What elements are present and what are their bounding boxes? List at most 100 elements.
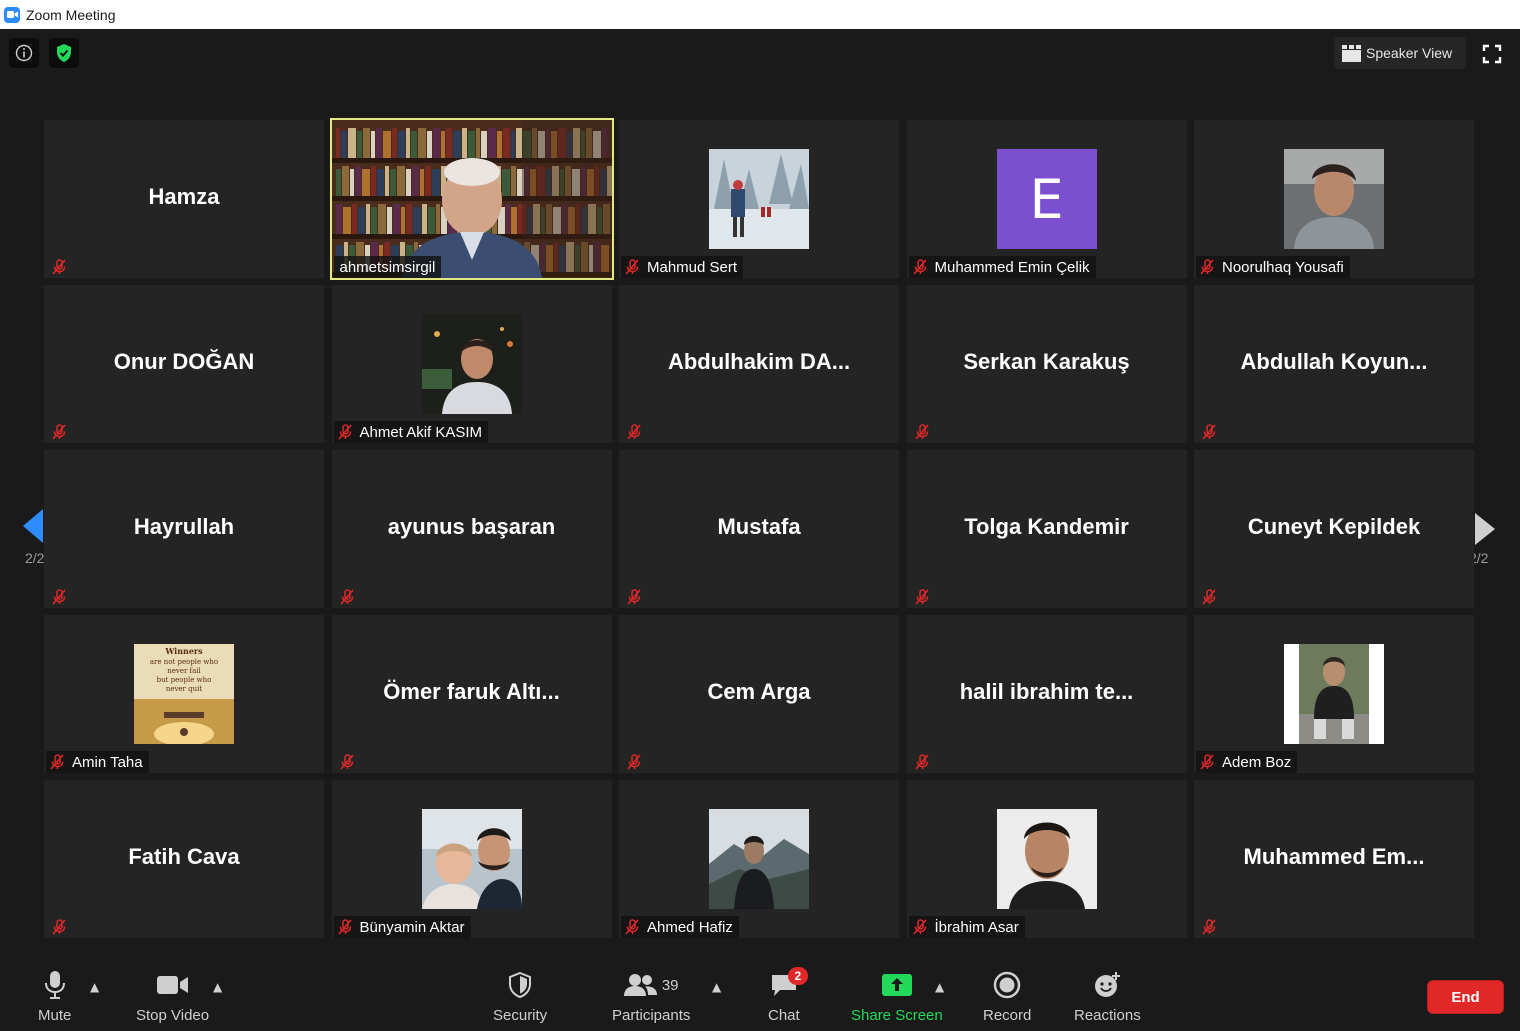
participants-button[interactable]: 39 Participants <box>612 966 690 1024</box>
participant-tile[interactable]: Tolga Kandemir <box>906 450 1187 608</box>
participants-options-caret[interactable]: ▲ <box>712 980 721 994</box>
participant-display-name: Abdullah Koyun... <box>1240 349 1428 374</box>
participant-tile[interactable]: Fatih Cava <box>44 780 324 938</box>
mute-label: Mute <box>38 1007 72 1024</box>
chat-label: Chat <box>768 1007 800 1024</box>
video-options-caret[interactable]: ▲ <box>213 980 222 994</box>
svg-text:Winners: Winners <box>164 646 203 656</box>
participant-tile[interactable]: Serkan Karakuş <box>906 285 1187 443</box>
mic-muted-icon <box>1202 919 1216 935</box>
muted-indicator <box>50 918 68 936</box>
muted-indicator <box>1200 918 1218 936</box>
reactions-label: Reactions <box>1074 1007 1141 1024</box>
speaker-view-button[interactable]: Speaker View <box>1334 37 1466 69</box>
record-button[interactable]: Record <box>983 966 1031 1024</box>
gallery-grid: Hamza ahmetsimsirgil Mahmud Sert E Muhammed … <box>44 118 1474 938</box>
participant-tile[interactable]: Bünyamin Aktar <box>331 780 612 938</box>
participant-display-name: Cuneyt Kepildek <box>1247 514 1421 539</box>
participant-tile[interactable]: Ömer faruk Altı... <box>331 615 612 773</box>
arrow-left-icon <box>23 509 43 543</box>
svg-text:never quit: never quit <box>166 685 203 693</box>
participant-name: Noorulhaq Yousafi <box>1222 258 1344 276</box>
participant-profile-photo <box>1284 644 1384 744</box>
mic-muted-icon <box>627 424 641 440</box>
mic-muted-icon <box>337 424 352 440</box>
participant-tile[interactable]: Winners are not people who never fail but p… <box>44 615 324 773</box>
participant-tile[interactable]: halil ibrahim te... <box>906 615 1187 773</box>
participant-tile[interactable]: Hayrullah <box>44 450 324 608</box>
arrow-right-icon <box>1475 513 1495 545</box>
mic-muted-icon <box>337 919 352 935</box>
participant-name: Bünyamin Aktar <box>359 918 465 936</box>
page-indicator-left: 2/2 <box>25 550 45 566</box>
stop-video-button[interactable]: Stop Video <box>136 966 209 1024</box>
svg-text:are not people who: are not people who <box>150 658 218 666</box>
participant-tile[interactable]: Ahmet Akif KASIM <box>331 285 612 443</box>
participant-tile[interactable]: Noorulhaq Yousafi <box>1194 120 1474 278</box>
mic-muted-icon <box>912 919 927 935</box>
participant-tile[interactable]: Cem Arga <box>619 615 899 773</box>
participant-tile[interactable]: İbrahim Asar <box>906 780 1187 938</box>
mic-muted-icon <box>912 259 927 275</box>
participant-name: Mahmud Sert <box>647 258 738 276</box>
muted-indicator <box>913 423 931 441</box>
zoom-logo-icon <box>4 6 20 23</box>
title-bar: Zoom Meeting <box>0 0 1520 29</box>
participant-tile[interactable]: Ahmed Hafiz <box>619 780 899 938</box>
muted-indicator <box>625 753 643 771</box>
participant-tile[interactable]: Adem Boz <box>1194 615 1474 773</box>
participant-name: Ahmet Akif KASIM <box>359 423 483 441</box>
participant-tile[interactable]: Mustafa <box>619 450 899 608</box>
participant-name-label: Ahmed Hafiz <box>621 916 739 938</box>
participant-display-name: Muhammed Em... <box>1243 844 1425 869</box>
chat-button[interactable]: 2 Chat <box>768 966 808 1024</box>
muted-indicator <box>912 919 927 935</box>
participant-display-name: Ömer faruk Altı... <box>383 679 560 704</box>
participants-icon <box>623 974 657 996</box>
participants-count: 39 <box>661 976 679 994</box>
participant-display-name: Fatih Cava <box>128 844 240 869</box>
encryption-shield-button[interactable] <box>49 38 79 68</box>
share-screen-button[interactable]: Share Screen <box>851 966 943 1024</box>
participant-profile-photo <box>421 314 522 414</box>
muted-indicator <box>338 588 356 606</box>
participant-tile[interactable]: Muhammed Em... <box>1194 780 1474 938</box>
mic-muted-icon <box>1200 259 1214 275</box>
mute-button[interactable]: Mute <box>38 966 71 1024</box>
share-options-caret[interactable]: ▲ <box>935 980 944 994</box>
participant-tile[interactable]: E Muhammed Emin Çelik <box>906 120 1187 278</box>
fullscreen-button[interactable] <box>1478 40 1506 68</box>
muted-indicator <box>625 259 639 275</box>
participant-name-label: Muhammed Emin Çelik <box>908 256 1096 278</box>
participant-tile[interactable]: Hamza <box>44 120 324 278</box>
participant-tile[interactable]: ayunus başaran <box>331 450 612 608</box>
mic-muted-icon <box>625 919 639 935</box>
participants-label: Participants <box>612 1007 691 1024</box>
participant-display-name: Abdulhakim DA... <box>667 349 851 374</box>
participant-tile[interactable]: ahmetsimsirgil <box>329 118 614 280</box>
participant-display-name: Onur DOĞAN <box>113 349 255 374</box>
meeting-toolbar: Mute ▲ Stop Video ▲ Security 39 Particip… <box>0 958 1520 1031</box>
reactions-button[interactable]: Reactions <box>1074 966 1141 1024</box>
participant-display-name: halil ibrahim te... <box>959 679 1134 704</box>
share-screen-label: Share Screen <box>851 1007 943 1024</box>
meeting-info-button[interactable] <box>9 38 39 68</box>
muted-indicator <box>912 259 927 275</box>
mic-muted-icon <box>52 259 66 275</box>
security-button[interactable]: Security <box>493 966 547 1024</box>
participant-tile[interactable]: Abdullah Koyun... <box>1194 285 1474 443</box>
end-meeting-button[interactable]: End <box>1427 980 1504 1014</box>
participant-tile[interactable]: Onur DOĞAN <box>44 285 324 443</box>
participant-tile[interactable]: Abdulhakim DA... <box>619 285 899 443</box>
microphone-icon <box>44 971 65 999</box>
svg-text:but people who: but people who <box>157 676 212 684</box>
participant-tile[interactable]: Mahmud Sert <box>619 120 899 278</box>
speaker-view-icon <box>1342 44 1361 62</box>
audio-options-caret[interactable]: ▲ <box>90 980 99 994</box>
mic-muted-icon <box>1200 754 1214 770</box>
participant-avatar: E <box>996 149 1097 249</box>
participant-tile[interactable]: Cuneyt Kepildek <box>1194 450 1474 608</box>
participant-name-label: Amin Taha <box>46 751 149 773</box>
window-title: Zoom Meeting <box>26 6 116 23</box>
muted-indicator <box>1200 423 1218 441</box>
